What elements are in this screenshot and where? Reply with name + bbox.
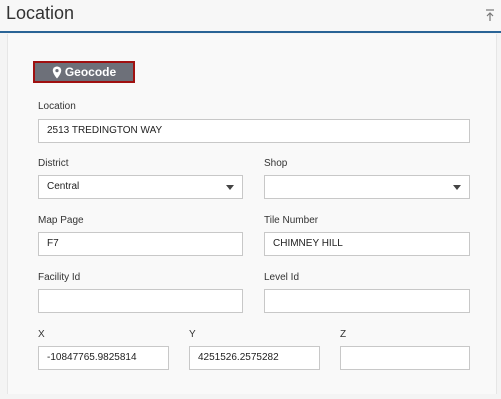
location-field[interactable]: 2513 TREDINGTON WAY (38, 119, 470, 143)
chevron-down-icon (226, 185, 234, 190)
section-title: Location (6, 3, 75, 23)
level-id-field[interactable] (264, 289, 470, 313)
location-panel (7, 34, 497, 394)
z-field[interactable] (340, 346, 470, 370)
x-label: X (38, 329, 45, 340)
x-field[interactable]: -10847765.9825814 (38, 346, 169, 370)
level-id-label: Level Id (264, 272, 300, 283)
chevron-down-icon (453, 185, 461, 190)
map-page-label: Map Page (38, 215, 84, 226)
district-value: Central (47, 181, 80, 192)
location-label: Location (38, 101, 76, 112)
section-header: Location (0, 0, 501, 33)
geocode-button[interactable]: Geocode (33, 61, 135, 83)
facility-id-label: Facility Id (38, 272, 81, 283)
tile-number-label: Tile Number (264, 215, 319, 226)
geocode-label: Geocode (64, 65, 117, 79)
z-label: Z (340, 329, 347, 340)
shop-label: Shop (264, 158, 288, 169)
map-page-field[interactable]: F7 (38, 232, 243, 256)
tile-number-field[interactable]: CHIMNEY HILL (264, 232, 470, 256)
district-label: District (38, 158, 69, 169)
y-label: Y (189, 329, 196, 340)
district-select[interactable]: Central (38, 175, 243, 199)
map-pin-icon (52, 66, 62, 79)
shop-select[interactable] (264, 175, 470, 199)
y-field[interactable]: 4251526.2575282 (189, 346, 320, 370)
facility-id-field[interactable] (38, 289, 243, 313)
collapse-up-icon[interactable] (484, 8, 496, 22)
